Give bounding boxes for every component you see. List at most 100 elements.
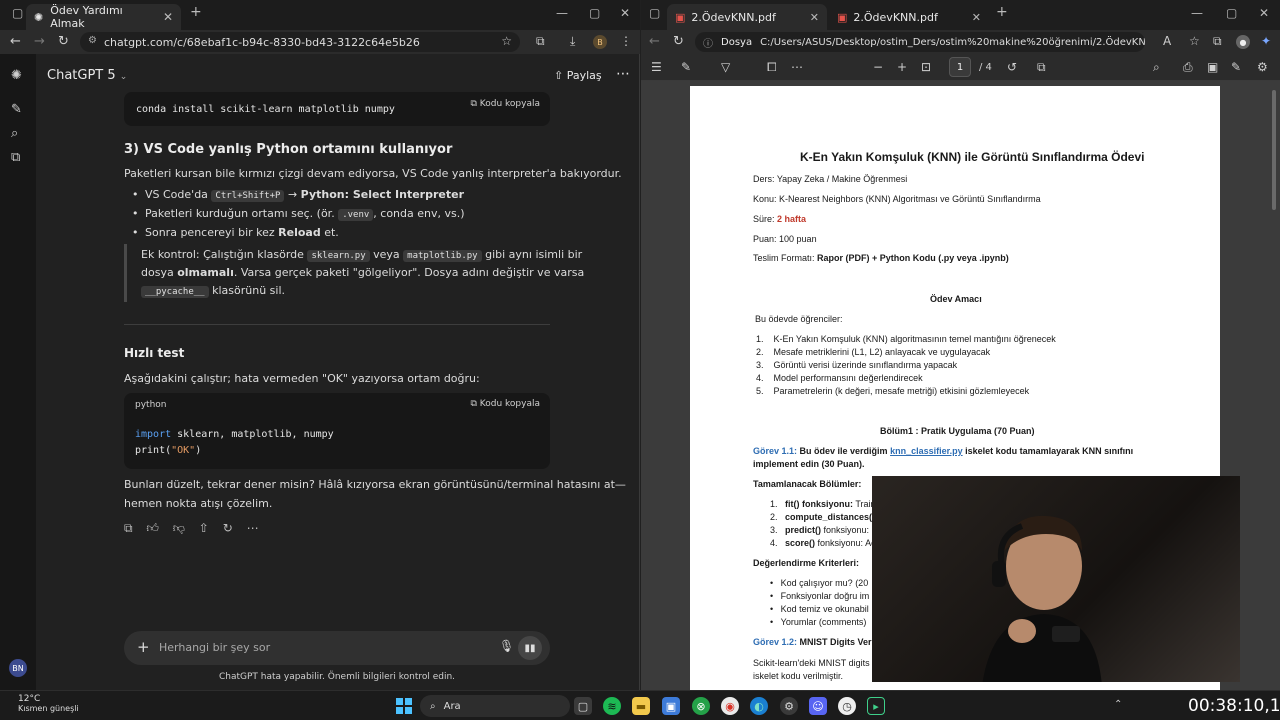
prompt-input[interactable]: Herhangi bir şey sor <box>159 641 270 654</box>
weather-widget[interactable]: 12°C Kısmen güneşli <box>18 694 79 714</box>
maximize-icon[interactable]: ▢ <box>589 6 600 20</box>
back-icon[interactable]: ← <box>10 34 21 49</box>
close-tab-icon[interactable]: ✕ <box>972 11 981 24</box>
user-avatar[interactable]: BN <box>9 659 27 677</box>
highlight-icon[interactable]: ✎ <box>681 60 691 74</box>
copy-code-button[interactable]: ⧉ Kodu kopyala <box>470 399 540 409</box>
discord-icon[interactable]: ☺ <box>809 697 827 715</box>
new-chat-icon[interactable]: ✎ <box>11 102 22 117</box>
read-aloud-icon[interactable]: A <box>1163 34 1171 48</box>
conversation-options-icon[interactable]: ⋯ <box>616 66 630 82</box>
share-icon[interactable]: ⇧ <box>199 521 209 535</box>
page-number-input[interactable]: 1 <box>949 57 971 77</box>
spotify-icon[interactable]: ≋ <box>603 697 621 715</box>
pdf-label: Ders: <box>753 174 777 184</box>
save-icon[interactable]: ▣ <box>1207 60 1218 74</box>
zoom-in-icon[interactable]: + <box>897 60 907 74</box>
model-selector[interactable]: ChatGPT 5 ⌄ <box>47 68 127 83</box>
maximize-icon[interactable]: ▢ <box>1226 6 1237 20</box>
copy-code-button[interactable]: ⧉ Kodu kopyala <box>470 99 540 109</box>
quote-text: gibi aynı isimli bir <box>481 248 583 261</box>
url-field[interactable]: ⓘ Dosya C:/Users/ASUS/Desktop/ostim_Ders… <box>695 32 1145 52</box>
menu-kebab-icon[interactable]: ⋮ <box>620 34 632 48</box>
print-icon[interactable]: ⎙ <box>1183 60 1193 75</box>
library-icon[interactable]: ⧉ <box>11 150 20 165</box>
settings-icon[interactable]: ⚙ <box>1257 60 1268 74</box>
url-field[interactable]: ⚙ chatgpt.com/c/68ebaf1c-b94c-8330-bd43-… <box>80 32 520 52</box>
page-view-icon[interactable]: ⧉ <box>1037 60 1046 75</box>
minimize-icon[interactable]: — <box>556 6 568 20</box>
close-window-icon[interactable]: ✕ <box>1259 6 1269 20</box>
tab-pdf[interactable]: ▣ 2.ÖdevKNN.pdf ✕ <box>829 4 989 30</box>
tab-actions-icon[interactable]: ▢ <box>649 6 660 20</box>
attach-plus-icon[interactable]: + <box>137 638 150 656</box>
download-icon[interactable]: ⤓ <box>570 34 575 49</box>
tray-overflow-icon[interactable]: ⌃ <box>1114 699 1122 710</box>
xbox-icon[interactable]: ⊗ <box>692 697 710 715</box>
reload-icon[interactable]: ↻ <box>673 34 684 49</box>
chrome-icon[interactable]: ◉ <box>721 697 739 715</box>
copy-icon[interactable]: ⧉ <box>124 521 133 535</box>
profile-avatar[interactable]: B <box>593 35 607 49</box>
thumbs-up-icon[interactable]: 👍︎ <box>146 521 159 535</box>
search-icon[interactable]: ⌕ <box>11 126 18 141</box>
regenerate-icon[interactable]: ↻ <box>223 521 233 535</box>
close-window-icon[interactable]: ✕ <box>620 6 630 20</box>
fit-page-icon[interactable]: ⊡ <box>921 60 931 74</box>
forward-icon[interactable]: → <box>34 34 45 49</box>
tab-pdf-active[interactable]: ▣ 2.ÖdevKNN.pdf ✕ <box>667 4 827 30</box>
openai-logo-icon[interactable]: ✺ <box>11 68 22 83</box>
pdf-file-link[interactable]: knn_classifier.py <box>890 446 963 456</box>
quote-text: . Varsa gerçek paketi "gölgeliyor". Dosy… <box>233 266 585 279</box>
start-button[interactable] <box>396 698 412 714</box>
edge-icon[interactable]: ◐ <box>750 697 768 715</box>
task-view-icon[interactable]: ▢ <box>574 697 592 715</box>
pdf-value: Rapor (PDF) + Python Kodu (.py veya .ipy… <box>817 253 1009 263</box>
bookmark-star-icon[interactable]: ☆ <box>501 34 512 48</box>
clock-app-icon[interactable]: ◷ <box>838 697 856 715</box>
list-text: → <box>284 188 301 201</box>
list-text: Sonra pencereyi bir kez <box>145 226 279 239</box>
copilot-icon[interactable]: ✦ <box>1261 34 1271 48</box>
new-tab-icon[interactable]: + <box>996 4 1008 20</box>
share-button[interactable]: ⇧ Paylaş <box>554 69 602 82</box>
rotate-icon[interactable]: ↺ <box>1007 60 1017 74</box>
minimize-icon[interactable]: — <box>1191 6 1203 20</box>
pdf-scrollbar[interactable] <box>1272 90 1276 210</box>
new-tab-icon[interactable]: + <box>190 4 202 20</box>
taskbar-search[interactable]: ⌕ Ara <box>420 695 570 717</box>
collections-icon[interactable]: ⧉ <box>1213 34 1222 49</box>
thumbs-down-icon[interactable]: 👎︎ <box>173 521 185 535</box>
closing-line: hemen nokta atışı çözelim. <box>124 497 273 510</box>
more-icon[interactable]: ⋯ <box>247 521 259 535</box>
favorites-icon[interactable]: ☆ <box>1189 34 1200 48</box>
draw-icon[interactable]: ▽ <box>721 60 730 74</box>
zoom-out-icon[interactable]: − <box>873 60 883 74</box>
voice-mode-button[interactable]: ▮▮ <box>518 636 542 660</box>
search-icon: ⌕ <box>430 700 436 712</box>
store-icon[interactable]: ▣ <box>662 697 680 715</box>
tab-actions-icon[interactable]: ▢ <box>12 6 23 20</box>
more-tools-icon[interactable]: ⋯ <box>791 60 803 74</box>
pdf-list-text: Mesafe metriklerini (L1, L2) anlayacak v… <box>773 347 991 357</box>
reload-icon[interactable]: ↻ <box>58 34 69 49</box>
site-info-icon[interactable]: ⚙ <box>88 35 97 46</box>
terminal-icon[interactable]: ▸ <box>867 697 885 715</box>
pdf-bold-text: compute_distances() <box>785 512 876 522</box>
contents-icon[interactable]: ☰ <box>651 60 662 74</box>
pdf-line: Ders: Yapay Zeka / Makine Öğrenmesi <box>753 174 907 184</box>
tab-chatgpt[interactable]: ✺ Ödev Yardımı Almak ✕ <box>26 4 181 30</box>
search-icon[interactable]: ⌕ <box>1153 60 1160 75</box>
text-icon[interactable]: ⧠ <box>767 60 777 75</box>
extensions-icon[interactable]: ⧉ <box>536 34 545 49</box>
back-icon[interactable]: ← <box>649 34 660 49</box>
pdf-value: K-Nearest Neighbors (KNN) Algoritması ve… <box>779 194 1041 204</box>
profile-avatar[interactable]: ● <box>1236 35 1250 49</box>
save-as-icon[interactable]: ✎ <box>1231 60 1241 74</box>
settings-icon[interactable]: ⚙ <box>780 697 798 715</box>
microphone-icon[interactable]: 🎙︎ <box>499 639 514 653</box>
file-explorer-icon[interactable]: ▬ <box>632 697 650 715</box>
close-tab-icon[interactable]: ✕ <box>163 10 173 24</box>
close-tab-icon[interactable]: ✕ <box>810 11 819 24</box>
pdf-line: implement edin (30 Puan). <box>753 459 865 469</box>
